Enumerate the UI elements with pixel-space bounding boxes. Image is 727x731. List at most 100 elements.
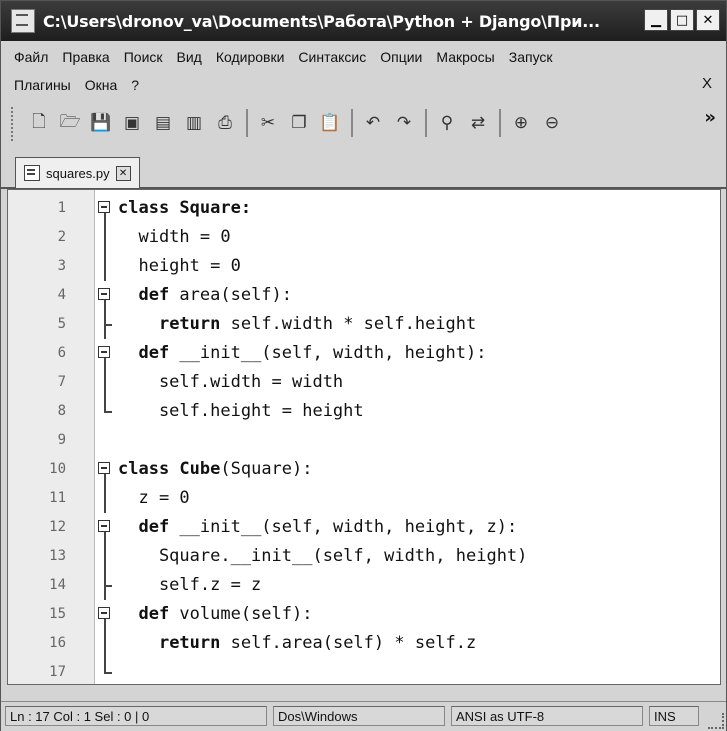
menu-item-2[interactable]: Поиск (117, 49, 170, 65)
zoom-out-icon[interactable]: ⊖ (540, 111, 564, 135)
code-keyword: return (158, 633, 231, 653)
toolbar-separator (425, 109, 427, 137)
menu-item-3[interactable]: Вид (170, 49, 209, 65)
status-position: Ln : 17 Col : 1 Sel : 0 | 0 (5, 706, 267, 726)
redo-icon[interactable]: ↷ (392, 111, 416, 135)
menu-item-4[interactable]: Кодировки (209, 49, 292, 65)
fold-end-marker (104, 585, 112, 587)
code-line[interactable]: 5 return self.width * self.height (8, 310, 720, 339)
code-line[interactable]: 6 def __init__(self, width, height): (8, 339, 720, 368)
code-line[interactable]: 2 width = 0 (8, 223, 720, 252)
toolbar: 🗋 🗁 💾 ▣ ▤ ▥ ⎙ ✂ ❐ 📋 ↶ ↷ ⚲ ⇄ ⊕ ⊖ » (1, 101, 726, 151)
status-eol-format: Dos\Windows (273, 706, 445, 726)
menu-item-0[interactable]: Файл (7, 49, 55, 65)
title-bar[interactable]: C:\Users\dronov_va\Documents\Работа\Pyth… (1, 1, 726, 41)
code-line[interactable]: 8 self.height = height (8, 397, 720, 426)
code-keyword: : (240, 198, 252, 218)
code-line[interactable]: 13 Square.__init__(self, width, height) (8, 542, 720, 571)
fold-guide (104, 397, 106, 412)
code-line[interactable]: 4 def area(self): (8, 281, 720, 310)
minimize-button[interactable]: ▁ (644, 9, 668, 31)
code-line[interactable]: 15 def volume(self): (8, 600, 720, 629)
menu-item-7[interactable]: Макросы (429, 49, 501, 65)
tab-squares-py[interactable]: squares.py ✕ (15, 157, 140, 188)
code-line[interactable]: 14 self.z = z (8, 571, 720, 600)
code-line[interactable]: 7 self.width = width (8, 368, 720, 397)
menu-item-1[interactable]: Правка (55, 49, 116, 65)
code-line[interactable]: 17 (8, 658, 720, 684)
find-icon[interactable]: ⚲ (435, 111, 459, 135)
fold-guide (104, 213, 106, 223)
menu-bar: Файл Правка Поиск Вид Кодировки Синтаксис Опци… (1, 41, 726, 97)
code-token: z = 0 (118, 488, 190, 508)
maximize-button[interactable]: □ (670, 9, 694, 31)
resize-grip[interactable] (708, 713, 724, 729)
toolbar-overflow-button[interactable]: » (704, 107, 716, 128)
undo-icon[interactable]: ↶ (361, 111, 385, 135)
code-line[interactable]: 12 def __init__(self, width, height, z): (8, 513, 720, 542)
replace-icon[interactable]: ⇄ (466, 111, 490, 135)
code-line[interactable]: 10 class Cube(Square): (8, 455, 720, 484)
close-icon[interactable]: ▤ (151, 111, 175, 135)
code-keyword: class (118, 198, 180, 218)
fold-guide (104, 658, 106, 673)
close-tab-button[interactable]: ✕ (115, 165, 131, 181)
menu-item-11[interactable]: ? (124, 77, 146, 93)
code-line[interactable]: 9 (8, 426, 720, 455)
new-file-icon[interactable]: 🗋 (27, 111, 51, 135)
menu-item-10[interactable]: Окна (78, 77, 125, 93)
code-token: self.z = z (118, 575, 262, 595)
tab-strip: squares.py ✕ (1, 153, 726, 189)
code-token: self.width = width (118, 372, 344, 392)
code-editor[interactable]: 1 class Square: 2 width = 03 height = 04 d… (7, 189, 721, 685)
menu-row: Плагины Окна? (7, 77, 146, 93)
line-number: 9 (57, 432, 66, 448)
menu-row: Файл Правка Поиск Вид Кодировки Синтаксис Опци… (7, 49, 560, 65)
code-line[interactable]: 1 class Square: (8, 194, 720, 223)
code-line[interactable]: 3 height = 0 (8, 252, 720, 281)
open-file-icon[interactable]: 🗁 (58, 111, 82, 135)
close-window-button[interactable]: ✕ (696, 9, 720, 31)
zoom-in-icon[interactable]: ⊕ (509, 111, 533, 135)
toolbar-grip[interactable] (11, 107, 17, 141)
menu-item-6[interactable]: Опции (373, 49, 429, 65)
fold-guide (104, 532, 106, 542)
save-icon[interactable]: 💾 (89, 111, 113, 135)
close-all-icon[interactable]: ▥ (182, 111, 206, 135)
notepad-app-icon[interactable] (11, 9, 35, 33)
copy-icon[interactable]: ❐ (287, 111, 311, 135)
paste-icon[interactable]: 📋 (318, 111, 342, 135)
print-icon[interactable]: ⎙ (213, 111, 237, 135)
line-number: 4 (57, 287, 66, 303)
fold-toggle-icon[interactable] (98, 288, 110, 300)
code-token: Square.__init__(self, width, height) (118, 546, 528, 566)
fold-toggle-icon[interactable] (98, 607, 110, 619)
fold-toggle-icon[interactable] (98, 462, 110, 474)
toolbar-icons: 🗋 🗁 💾 ▣ ▤ ▥ ⎙ ✂ ❐ 📋 ↶ ↷ ⚲ ⇄ ⊕ ⊖ (27, 109, 571, 137)
fold-guide (104, 542, 106, 571)
code-line[interactable]: 16 return self.area(self) * self.z (8, 629, 720, 658)
fold-end-marker (104, 324, 112, 326)
toolbar-separator (351, 109, 353, 137)
line-number: 11 (49, 490, 66, 506)
code-token: width = 0 (118, 227, 231, 247)
editor-window: C:\Users\dronov_va\Documents\Работа\Pyth… (0, 0, 727, 731)
fold-toggle-icon[interactable] (98, 346, 110, 358)
close-document-button[interactable]: X (702, 75, 712, 92)
cut-icon[interactable]: ✂ (256, 111, 280, 135)
menu-item-9[interactable]: Плагины (7, 77, 78, 93)
line-number: 16 (49, 635, 66, 651)
save-all-icon[interactable]: ▣ (120, 111, 144, 135)
fold-toggle-icon[interactable] (98, 520, 110, 532)
window-controls: ▁ □ ✕ (644, 9, 720, 31)
code-token: __init__(self, width, height): (179, 343, 487, 363)
fold-guide (104, 368, 106, 397)
code-line[interactable]: 11 z = 0 (8, 484, 720, 513)
line-number: 14 (49, 577, 66, 593)
menu-item-8[interactable]: Запуск (502, 49, 560, 65)
fold-end-marker (104, 411, 112, 413)
menu-item-5[interactable]: Синтаксис (291, 49, 373, 65)
code-text: self.width = width (118, 368, 343, 397)
fold-toggle-icon[interactable] (98, 201, 110, 213)
toolbar-separator (499, 109, 501, 137)
